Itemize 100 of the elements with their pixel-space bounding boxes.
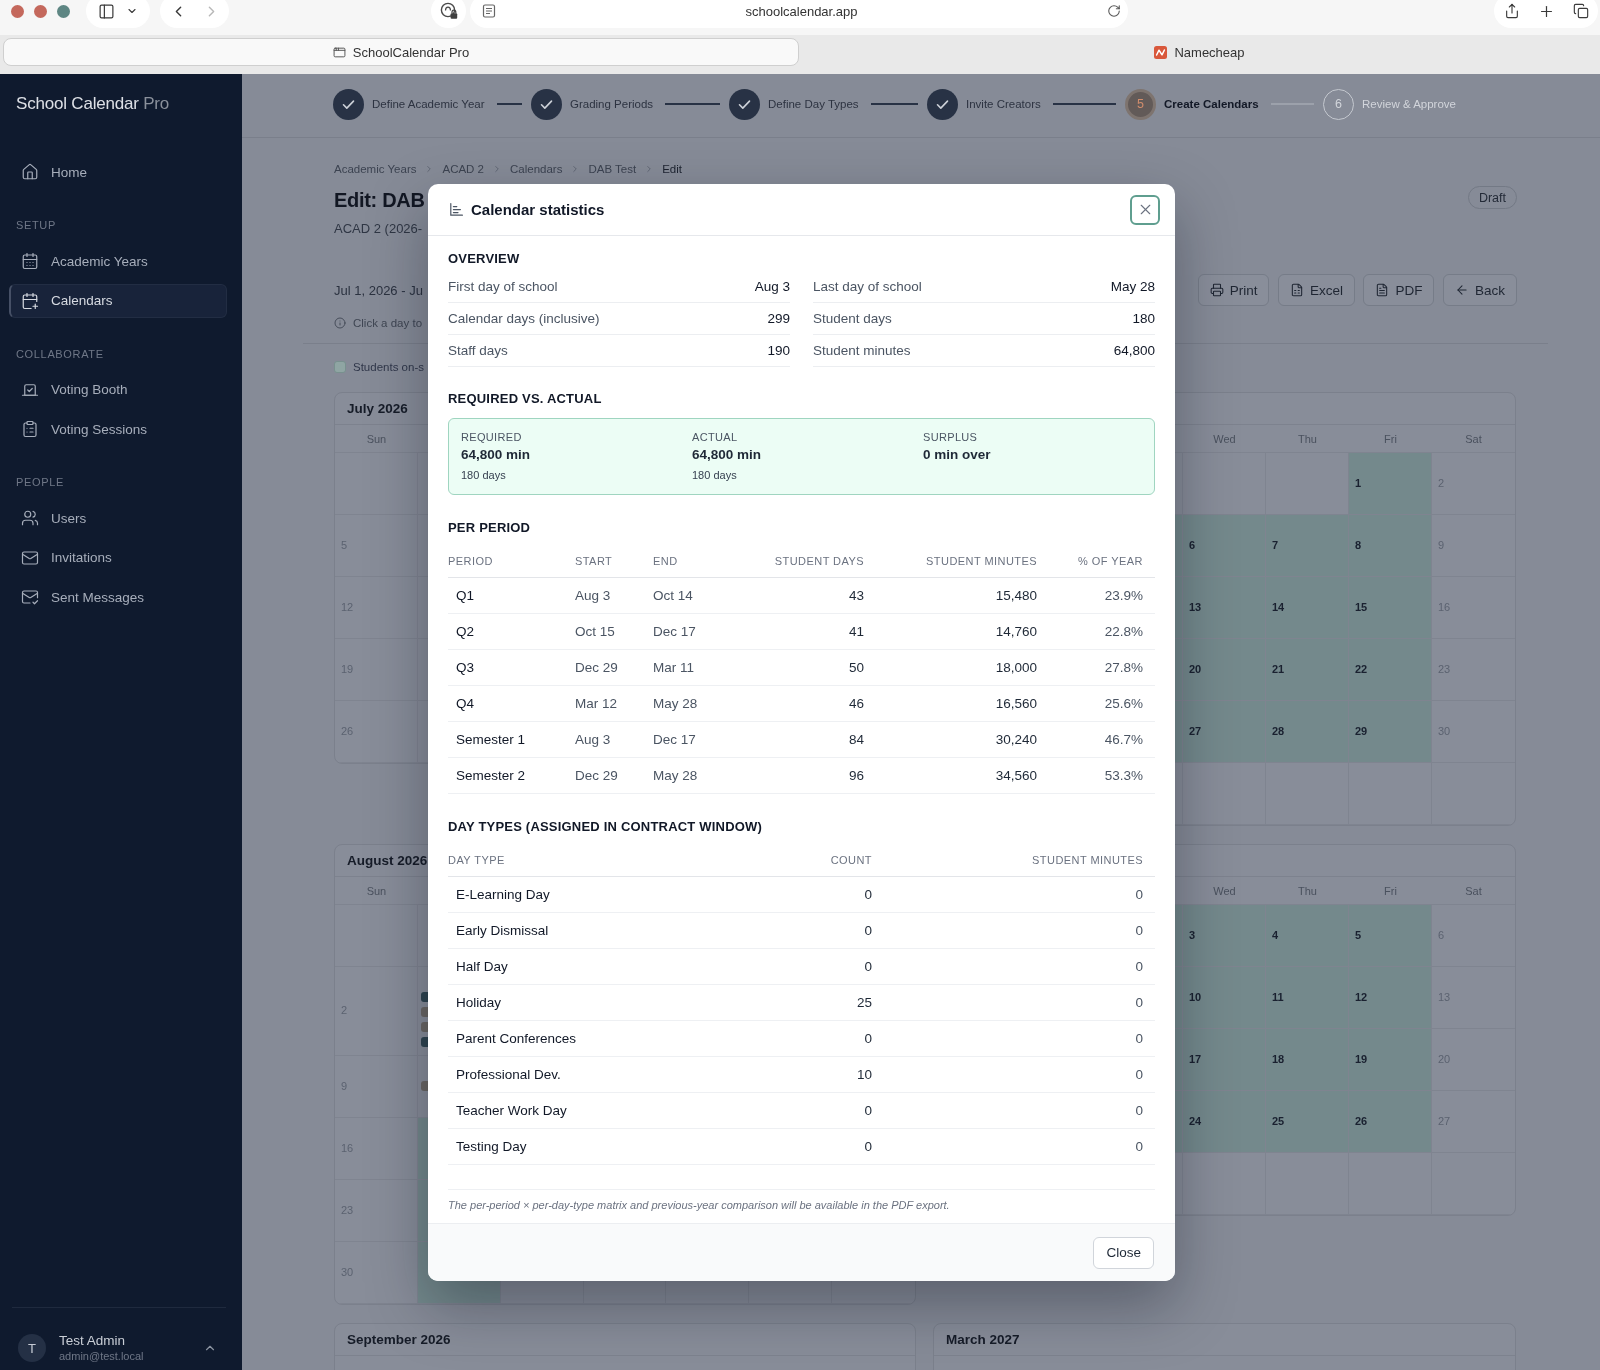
breadcrumb-link[interactable]: Calendars	[510, 161, 563, 177]
mail-check-icon	[21, 588, 39, 606]
sidebar-toggle-button[interactable]	[86, 0, 150, 28]
squares-icon[interactable]	[1572, 3, 1589, 19]
calendar-day-cell[interactable]: 22	[1349, 639, 1432, 701]
nav-item[interactable]: Voting Booth	[9, 372, 227, 407]
toolbar-button[interactable]: Excel	[1277, 274, 1355, 306]
calendar-day-cell[interactable]: 28	[1266, 701, 1349, 763]
calendar-day-cell[interactable]: 18	[1266, 1029, 1349, 1091]
stat-label: Calendar days (inclusive)	[448, 311, 600, 326]
calendar-day-cell[interactable]: 19	[1349, 1029, 1432, 1091]
nav-item[interactable]: Calendars	[9, 283, 227, 318]
toolbar-button[interactable]: Print	[1197, 274, 1270, 306]
table-cell-text: 46	[847, 696, 864, 711]
address-bar[interactable]: schoolcalendar.app	[470, 0, 1128, 28]
legend-swatch-icon	[334, 361, 346, 373]
step-number: 5	[1125, 88, 1156, 120]
table-cell-text: Semester 2	[455, 768, 527, 783]
table-cell-text: 10	[855, 1067, 872, 1082]
arrow-left-icon	[1455, 283, 1469, 297]
event-chip[interactable]	[420, 1081, 428, 1091]
stat-value: 299	[767, 311, 790, 326]
nav-item[interactable]: Users	[9, 501, 227, 535]
calendar-day-cell[interactable]: 12	[1349, 967, 1432, 1029]
calendar-day-cell[interactable]: 20	[1183, 639, 1266, 701]
window-control-icon[interactable]	[11, 4, 24, 18]
table-cell-text: 0	[863, 959, 872, 974]
page-subtitle: ACAD 2 (2026-	[334, 221, 423, 237]
calendar-day-cell[interactable]: 10	[1183, 967, 1266, 1029]
calendar-day-cell[interactable]	[335, 453, 418, 515]
calendar-day-cell[interactable]: 13	[1183, 577, 1266, 639]
table-cell-text: Oct 15	[575, 624, 616, 639]
calendar-day-cell[interactable]	[1183, 1153, 1266, 1215]
nav-item[interactable]: Voting Sessions	[9, 412, 227, 446]
table-cell-text: 0	[1134, 1067, 1144, 1082]
calendar-day-cell[interactable]: 11	[1266, 967, 1349, 1029]
weekday-label: Thu	[1298, 884, 1317, 897]
calendar-day-cell[interactable]: 27	[1183, 701, 1266, 763]
table-cell-text: Mar 11	[653, 660, 695, 675]
calendar-day-cell[interactable]: 1	[1349, 453, 1432, 515]
hint-text: Click a day to	[353, 317, 423, 329]
calendar-day-cell[interactable]	[1183, 763, 1266, 825]
table-cell-text: 0	[863, 1139, 872, 1154]
stat-value: 64,800	[1113, 343, 1155, 358]
calendar-day-cell[interactable]: 29	[1349, 701, 1432, 763]
table-cell-text: 84	[847, 732, 864, 747]
calendar-day-cell[interactable]: 24	[1183, 1091, 1266, 1153]
privacy-button[interactable]	[431, 0, 466, 28]
nav-item[interactable]: Academic Years	[9, 244, 227, 278]
toolbar-button[interactable]: Back	[1443, 274, 1517, 306]
calendar-day-cell[interactable]: 8	[1349, 515, 1432, 577]
reload-icon[interactable]	[1107, 4, 1121, 18]
step-label: Create Calendars	[1164, 98, 1259, 110]
calendar-day-cell[interactable]: 17	[1183, 1029, 1266, 1091]
nav-item[interactable]: Home	[9, 155, 227, 189]
event-chip[interactable]	[420, 1007, 428, 1017]
calendar-day-cell[interactable]: 5	[1349, 905, 1432, 967]
nav-item[interactable]: Sent Messages	[9, 580, 227, 614]
window-control-icon[interactable]	[57, 4, 70, 18]
calendar-day-cell[interactable]: 26	[1349, 1091, 1432, 1153]
calendar-day-cell[interactable]: 6	[1183, 515, 1266, 577]
close-button[interactable]	[1130, 194, 1160, 225]
stat-value: Aug 3	[754, 279, 790, 294]
calendar-day-cell[interactable]: 4	[1266, 905, 1349, 967]
bar-chart-icon	[450, 203, 463, 216]
event-chip[interactable]	[420, 992, 428, 1002]
weekday-label: Wed	[1213, 432, 1236, 445]
calendar-day-cell[interactable]: 14	[1266, 577, 1349, 639]
toolbar-button[interactable]: PDF	[1363, 274, 1435, 306]
summary-label: REQUIRED	[461, 430, 522, 444]
summary-value: 64,800 min	[692, 446, 762, 464]
page-title: Edit: DAB	[334, 188, 425, 213]
table-cell-text: Dec 17	[653, 624, 697, 639]
calendar-day-cell[interactable]	[335, 905, 418, 967]
month-title: March 2027	[946, 1332, 1020, 1347]
calendar-day-cell[interactable]: 21	[1266, 639, 1349, 701]
table-cell-text: Dec 17	[653, 732, 697, 747]
mail-icon	[21, 548, 39, 567]
calendar-day-cell[interactable]: 25	[1266, 1091, 1349, 1153]
breadcrumb-link[interactable]: ACAD 2	[442, 161, 484, 177]
breadcrumb-link[interactable]: Academic Years	[334, 161, 417, 177]
calendar-day-cell[interactable]: 3	[1183, 905, 1266, 967]
event-chip[interactable]	[420, 1037, 428, 1047]
calendar-day-cell[interactable]: 7	[1266, 515, 1349, 577]
close-button[interactable]: Close	[1093, 1236, 1154, 1269]
breadcrumb-link[interactable]: DAB Test	[588, 161, 637, 177]
weekday-label: Fri	[1384, 884, 1397, 897]
event-chip[interactable]	[420, 1022, 428, 1032]
share-icon[interactable]	[1503, 3, 1520, 19]
browser-tab[interactable]: Namecheap	[799, 38, 1600, 66]
browser-tab[interactable]: SchoolCalendar Pro	[3, 38, 799, 66]
window-control-icon[interactable]	[34, 4, 47, 18]
nav-item[interactable]: Invitations	[9, 540, 227, 575]
table-cell-text: May 28	[653, 696, 699, 711]
document-lines-icon[interactable]	[482, 4, 496, 18]
table-cell-text: 0	[863, 1031, 872, 1046]
table-cell-text: 15,480	[994, 588, 1037, 603]
footnote-text: The per-period × per-day-type matrix and previous-year comparison will be available in the PDF export.	[448, 1189, 1155, 1213]
step-connector	[870, 103, 918, 105]
calendar-day-cell[interactable]: 15	[1349, 577, 1432, 639]
